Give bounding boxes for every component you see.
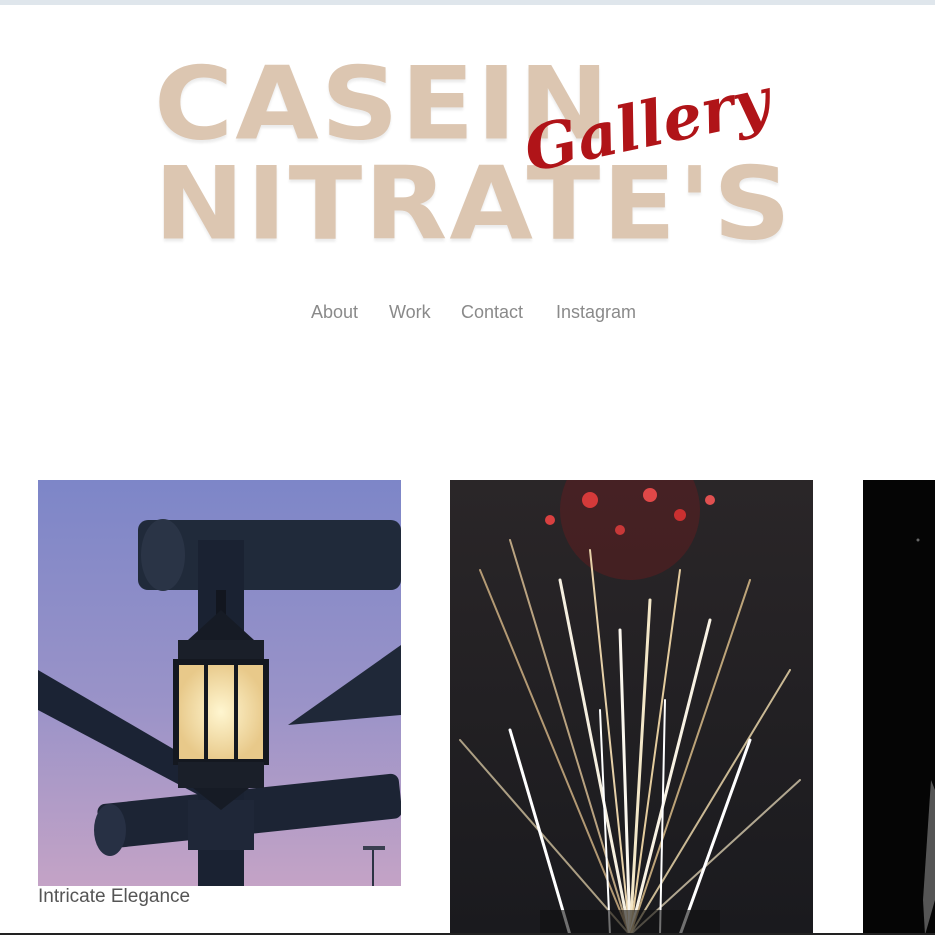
main-nav: About Work Contact Instagram	[0, 300, 935, 330]
dark-photo[interactable]	[863, 480, 935, 935]
site-logo[interactable]: CASEIN NITRATE'S Gallery	[150, 55, 800, 270]
nav-instagram-link[interactable]: Instagram	[556, 302, 636, 323]
gallery-card[interactable]	[450, 480, 813, 935]
lantern-photo[interactable]	[38, 480, 401, 886]
top-bar	[0, 0, 935, 5]
fireworks-photo[interactable]	[450, 480, 813, 935]
gallery-card[interactable]	[863, 480, 935, 935]
photo-caption[interactable]: Intricate Elegance	[38, 886, 190, 908]
nav-work-link[interactable]: Work	[389, 302, 431, 323]
logo-line-nitrates: NITRATE'S	[154, 146, 793, 263]
nav-about-link[interactable]: About	[311, 302, 358, 323]
nav-contact-link[interactable]: Contact	[461, 302, 523, 323]
gallery-card[interactable]: Intricate Elegance	[38, 480, 401, 935]
